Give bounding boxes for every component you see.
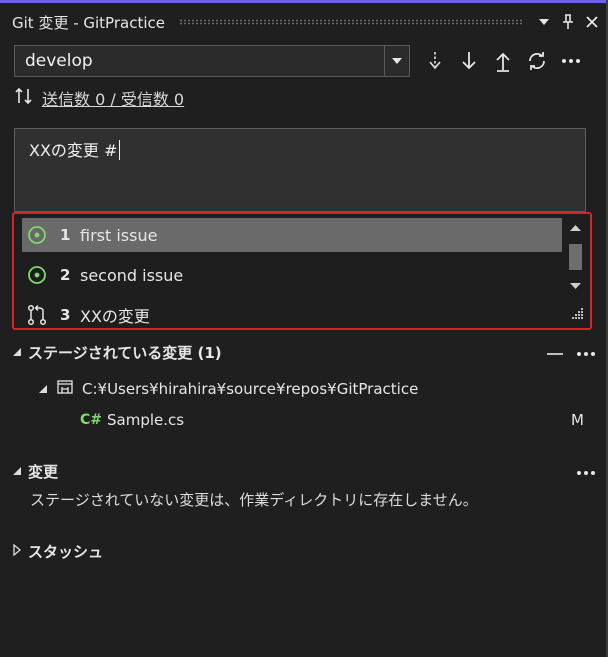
collapse-triangle-icon[interactable] [12,462,22,480]
outgoing-incoming-link[interactable]: 送信数 0 / 受信数 0 [42,86,184,110]
fetch-icon[interactable] [422,46,448,76]
suggestion-number: 1 [60,226,71,244]
outgoing-incoming-icon [14,86,34,110]
staged-file-row[interactable]: C# Sample.cs M [80,407,584,433]
file-name: Sample.cs [107,411,185,429]
suggestion-label: XXの変更 [80,307,150,326]
pull-request-icon [22,304,52,326]
file-status-badge: M [571,411,584,429]
csharp-file-icon: C# [80,412,103,428]
suggestion-number: 2 [60,266,71,284]
scroll-up-icon[interactable] [569,224,582,232]
changes-title: 変更 [28,462,59,481]
stash-title: スタッシュ [28,542,104,561]
resize-grip-icon[interactable] [570,306,584,324]
panel-title: Git 変更 - GitPractice [12,13,165,32]
more-options-icon[interactable] [576,343,596,361]
suggestion-number: 3 [60,306,71,324]
pin-icon[interactable] [556,10,580,34]
changes-header[interactable]: 変更 [12,457,596,485]
staged-changes-header[interactable]: ステージされている変更 (1) [12,338,596,366]
close-icon[interactable] [580,10,604,34]
sync-icon[interactable] [524,46,550,76]
repository-icon [56,378,74,400]
branch-selector[interactable]: develop [14,45,410,77]
push-icon[interactable] [490,46,516,76]
stash-header[interactable]: スタッシュ [12,537,596,565]
repo-path: C:¥Users¥hirahira¥source¥repos¥GitPracti… [82,380,419,398]
suggestion-item-pull-request[interactable]: 3 XXの変更 [22,298,562,328]
suggestion-item-second-issue[interactable]: 2 second issue [22,258,562,292]
issue-suggestion-popup: 1 first issue 2 second issue 3 XXの変更 [12,212,592,330]
collapse-triangle-icon[interactable] [38,380,48,398]
expand-triangle-icon[interactable] [12,542,22,560]
issue-open-icon [22,265,52,285]
more-options-icon[interactable] [576,462,596,480]
branch-toolbar: develop [14,44,594,78]
scroll-thumb[interactable] [569,244,582,270]
collapse-triangle-icon[interactable] [12,343,22,361]
outgoing-incoming-row: 送信数 0 / 受信数 0 [14,84,184,112]
staged-changes-title: ステージされている変更 (1) [28,343,222,362]
suggestion-label: first issue [80,225,158,245]
pull-icon[interactable] [456,46,482,76]
branch-name: develop [25,51,93,71]
staged-repo-folder[interactable]: C:¥Users¥hirahira¥source¥repos¥GitPracti… [38,376,418,402]
scroll-down-icon[interactable] [569,282,582,290]
drag-grip[interactable] [178,19,522,25]
more-options-icon[interactable] [558,46,584,76]
no-unstaged-changes-message: ステージされていない変更は、作業ディレクトリに存在しません。 [30,491,478,509]
issue-open-icon [22,225,52,245]
commit-message-input[interactable]: XXの変更 # [14,128,586,212]
text-caret [119,140,121,160]
chevron-down-icon[interactable] [384,46,409,76]
commit-message-text: XXの変更 # [29,137,121,161]
window-position-dropdown-icon[interactable] [532,10,556,34]
unstage-all-icon[interactable] [546,343,564,361]
suggestion-label: second issue [80,265,184,285]
suggestion-item-first-issue[interactable]: 1 first issue [22,218,562,252]
panel-title-bar: Git 変更 - GitPractice [0,3,604,41]
suggestion-scrollbar[interactable] [566,218,584,298]
